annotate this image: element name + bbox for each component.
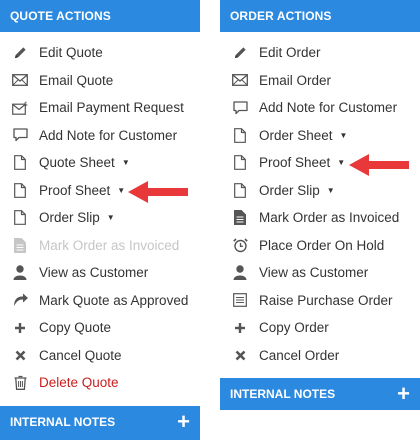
action-order-slip[interactable]: Order Slip ▼ (220, 177, 420, 205)
action-cancel-order[interactable]: Cancel Order (220, 342, 420, 370)
document-lines-icon (232, 210, 248, 226)
document-lines-icon (12, 237, 28, 253)
order-actions-panel: ORDER ACTIONS Edit Order Email Order Add N… (220, 0, 420, 369)
action-add-note-for-customer[interactable]: Add Note for Customer (220, 94, 420, 122)
action-copy-order[interactable]: Copy Order (220, 314, 420, 342)
action-order-slip[interactable]: Order Slip ▼ (0, 204, 200, 232)
action-label: Order Slip (259, 182, 320, 198)
order-actions-list: Edit Order Email Order Add Note for Custom… (220, 32, 420, 369)
alarm-clock-icon (232, 237, 248, 253)
plus-icon (232, 320, 248, 336)
action-view-as-customer[interactable]: View as Customer (0, 259, 200, 287)
document-icon (232, 182, 248, 198)
document-icon (232, 127, 248, 143)
document-icon (12, 182, 28, 198)
speech-bubble-icon (232, 100, 248, 116)
action-copy-quote[interactable]: Copy Quote (0, 314, 200, 342)
caret-down-icon[interactable]: ▼ (117, 186, 125, 195)
action-label: Delete Quote (39, 375, 119, 391)
action-label: Email Payment Request (39, 100, 184, 116)
action-edit-order[interactable]: Edit Order (220, 39, 420, 67)
internal-notes-header-left: INTERNAL NOTES + (0, 406, 200, 440)
svg-text:$: $ (24, 101, 28, 108)
action-label: Order Sheet (259, 127, 333, 143)
action-email-quote[interactable]: Email Quote (0, 67, 200, 95)
red-arrow-icon (128, 181, 188, 203)
trash-icon (12, 375, 28, 391)
action-mark-order-as-invoiced[interactable]: Mark Order as Invoiced (220, 204, 420, 232)
quote-actions-list: Edit Quote Email Quote $ Email Payment Requ… (0, 32, 200, 397)
action-mark-order-as-invoiced: Mark Order as Invoiced (0, 232, 200, 260)
caret-down-icon[interactable]: ▼ (337, 158, 345, 167)
envelope-dollar-icon: $ (12, 100, 28, 116)
document-icon (12, 210, 28, 226)
action-label: Quote Sheet (39, 155, 115, 171)
redo-arrow-icon (12, 292, 28, 308)
action-label: Order Slip (39, 210, 100, 226)
action-order-sheet[interactable]: Order Sheet ▼ (220, 122, 420, 150)
add-internal-note-button[interactable]: + (397, 378, 410, 409)
document-icon (12, 155, 28, 171)
action-label: Mark Order as Invoiced (39, 237, 180, 253)
action-cancel-quote[interactable]: Cancel Quote (0, 342, 200, 370)
envelope-icon (232, 72, 248, 88)
action-email-order[interactable]: Email Order (220, 67, 420, 95)
list-doc-icon (232, 292, 248, 308)
envelope-icon (12, 72, 28, 88)
caret-down-icon[interactable]: ▼ (107, 213, 115, 222)
action-label: Email Quote (39, 72, 114, 88)
add-internal-note-button[interactable]: + (177, 406, 190, 437)
action-label: View as Customer (39, 265, 149, 281)
quote-actions-header: QUOTE ACTIONS (0, 0, 200, 32)
red-arrow-icon (349, 154, 409, 176)
action-add-note-for-customer[interactable]: Add Note for Customer (0, 122, 200, 150)
person-icon (232, 265, 248, 281)
internal-notes-header-right: INTERNAL NOTES + (220, 378, 420, 410)
x-icon (232, 347, 248, 363)
speech-bubble-icon (12, 127, 28, 143)
action-label: Place Order On Hold (259, 237, 385, 253)
internal-notes-title: INTERNAL NOTES (10, 415, 116, 429)
action-delete-quote[interactable]: Delete Quote (0, 369, 200, 397)
action-label: Mark Quote as Approved (39, 292, 189, 308)
action-mark-quote-as-approved[interactable]: Mark Quote as Approved (0, 287, 200, 315)
action-label: Proof Sheet (259, 155, 331, 171)
action-label: Edit Quote (39, 45, 103, 61)
action-label: Copy Quote (39, 320, 112, 336)
action-label: Add Note for Customer (39, 127, 178, 143)
action-label: Mark Order as Invoiced (259, 210, 400, 226)
action-label: Copy Order (259, 320, 329, 336)
caret-down-icon[interactable]: ▼ (122, 158, 130, 167)
action-label: Add Note for Customer (259, 100, 398, 116)
action-label: Cancel Order (259, 347, 340, 363)
order-actions-header: ORDER ACTIONS (220, 0, 420, 32)
action-label: Raise Purchase Order (259, 292, 393, 308)
caret-down-icon[interactable]: ▼ (340, 131, 348, 140)
action-edit-quote[interactable]: Edit Quote (0, 39, 200, 67)
action-place-order-on-hold[interactable]: Place Order On Hold (220, 232, 420, 260)
action-label: Cancel Quote (39, 347, 122, 363)
action-label: Email Order (259, 72, 332, 88)
action-label: Edit Order (259, 45, 321, 61)
action-label: Proof Sheet (39, 182, 111, 198)
pencil-icon (12, 45, 28, 61)
action-raise-purchase-order[interactable]: Raise Purchase Order (220, 287, 420, 315)
caret-down-icon[interactable]: ▼ (327, 186, 335, 195)
document-icon (232, 155, 248, 171)
plus-icon (12, 320, 28, 336)
internal-notes-title: INTERNAL NOTES (230, 387, 336, 401)
person-icon (12, 265, 28, 281)
pencil-icon (232, 45, 248, 61)
x-icon (12, 347, 28, 363)
action-quote-sheet[interactable]: Quote Sheet ▼ (0, 149, 200, 177)
action-view-as-customer[interactable]: View as Customer (220, 259, 420, 287)
action-email-payment-request[interactable]: $ Email Payment Request (0, 94, 200, 122)
action-label: View as Customer (259, 265, 369, 281)
